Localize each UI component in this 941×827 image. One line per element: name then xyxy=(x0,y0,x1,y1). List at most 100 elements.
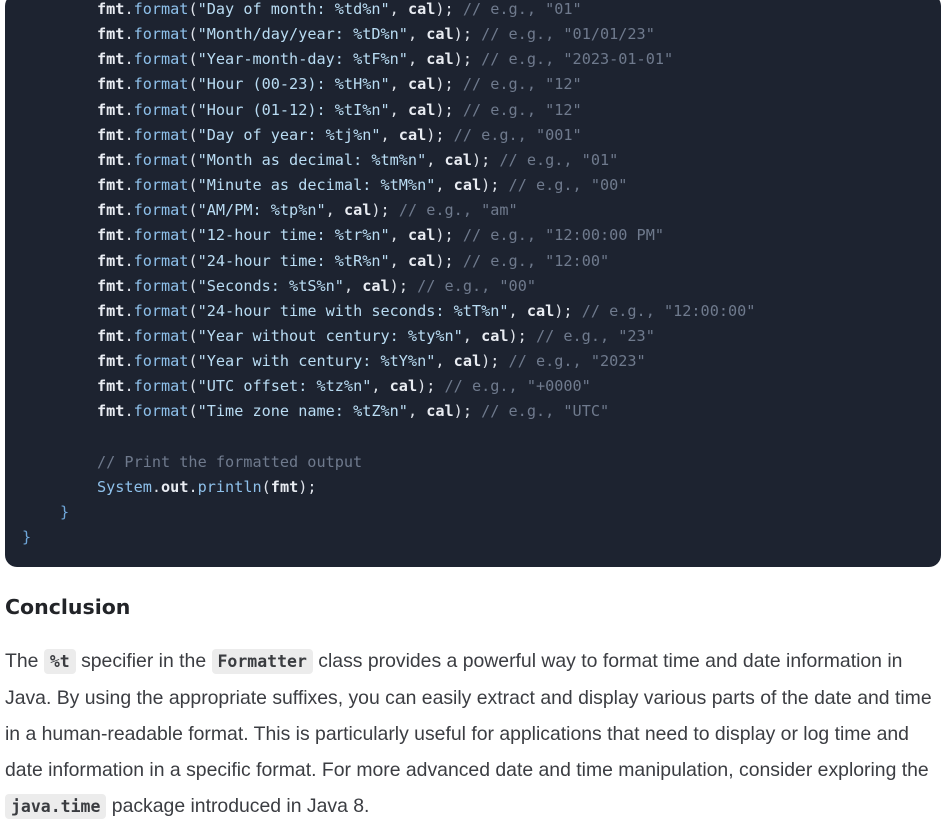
code-string: "Minute as decimal: %tM%n" xyxy=(197,176,436,195)
code-string: "Month as decimal: %tm%n" xyxy=(197,150,427,169)
code-string: "Hour (00-23): %tH%n" xyxy=(197,75,390,94)
code-token-cal: cal xyxy=(389,377,418,396)
inline-code-t-specifier: %t xyxy=(43,649,76,674)
code-token-method: format xyxy=(133,326,189,345)
code-comment: // e.g., "12" xyxy=(462,100,582,119)
code-token-cal: cal xyxy=(362,276,390,295)
code-brace: } xyxy=(22,528,32,547)
code-comment: // e.g., "12:00:00" xyxy=(581,301,756,320)
code-token-fmt: fmt xyxy=(97,226,125,245)
code-string: "AM/PM: %tp%n" xyxy=(197,201,326,220)
code-token-fmt: fmt xyxy=(97,100,125,119)
code-comment: // Print the formatted output xyxy=(97,452,363,471)
code-comment: // e.g., "23" xyxy=(535,326,655,345)
code-token-fmt: fmt xyxy=(97,125,125,144)
code-line-inner-close: } xyxy=(60,500,69,525)
code-token-fmt: fmt xyxy=(97,402,125,421)
code-token-cal: cal xyxy=(526,301,555,320)
code-token-fmt: fmt xyxy=(97,301,125,320)
code-token-method: format xyxy=(133,226,189,245)
code-string: "Seconds: %tS%n" xyxy=(197,276,344,295)
code-string: "Year-month-day: %tF%n" xyxy=(197,50,408,69)
code-line-format: fmt.format("24-hour time: %tR%n", cal); … xyxy=(97,251,610,270)
code-comment: // e.g., "01" xyxy=(499,150,619,169)
code-token-cal: cal xyxy=(407,0,436,18)
code-string: "24-hour time with seconds: %tT%n" xyxy=(197,301,509,320)
code-line-println: System.out.println(fmt); xyxy=(97,477,317,496)
code-line-format: fmt.format("Year without century: %ty%n"… xyxy=(97,326,655,345)
code-line-format: fmt.format("Month as decimal: %tm%n", ca… xyxy=(97,150,619,169)
code-token-method: format xyxy=(133,301,189,320)
code-token-method: format xyxy=(133,50,189,69)
paragraph-text: specifier in the xyxy=(75,650,212,672)
code-string: "24-hour time: %tR%n" xyxy=(197,251,390,270)
code-token-out: out xyxy=(161,477,189,496)
code-token-cal: cal xyxy=(481,326,509,345)
code-comment: // e.g., "00" xyxy=(508,176,628,195)
paragraph-text: package introduced in Java 8. xyxy=(106,795,370,817)
code-line-format: fmt.format("Year-month-day: %tF%n", cal)… xyxy=(97,50,674,69)
code-token-cal: cal xyxy=(407,251,436,270)
code-comment: // e.g., "12:00" xyxy=(462,251,610,270)
code-token-cal: cal xyxy=(407,100,436,119)
code-string: "Month/day/year: %tD%n" xyxy=(197,25,408,44)
code-comment: // e.g., "12" xyxy=(462,75,582,94)
code-token-system: System xyxy=(97,477,152,496)
article-page: fmt.format("Day of month: %td%n", cal); … xyxy=(0,0,941,827)
code-token-method: format xyxy=(133,402,189,421)
code-token-method: format xyxy=(133,201,189,220)
paragraph-text: The xyxy=(5,650,44,672)
code-token-method: format xyxy=(133,25,189,44)
code-token-method: println xyxy=(197,477,262,496)
inline-code-formatter: Formatter xyxy=(211,649,313,674)
code-line-format: fmt.format("Day of month: %td%n", cal); … xyxy=(97,0,582,18)
code-token-method: format xyxy=(133,75,189,94)
code-token-method: format xyxy=(133,0,189,18)
code-line-format: fmt.format("UTC offset: %tz%n", cal); //… xyxy=(97,377,591,396)
code-token-cal: cal xyxy=(453,176,482,195)
code-comment: // e.g., "001" xyxy=(453,125,582,144)
code-token-method: format xyxy=(133,176,189,195)
code-token-cal: cal xyxy=(453,352,482,371)
code-comment: // e.g., "+0000" xyxy=(444,377,591,396)
code-token-method: format xyxy=(133,100,189,119)
code-string: "Hour (01-12): %tI%n" xyxy=(197,100,390,119)
code-string: "Year without century: %ty%n" xyxy=(197,326,463,345)
code-line-format: fmt.format("Day of year: %tj%n", cal); /… xyxy=(97,125,582,144)
code-string: "Year with century: %tY%n" xyxy=(197,352,436,371)
code-line-format: fmt.format("Year with century: %tY%n", c… xyxy=(97,352,646,371)
code-brace: } xyxy=(60,503,70,521)
code-token-cal: cal xyxy=(426,402,454,421)
inline-code-java-time: java.time xyxy=(5,794,107,819)
code-token-cal: cal xyxy=(407,226,436,245)
code-block: fmt.format("Day of month: %td%n", cal); … xyxy=(5,0,941,567)
code-token-cal: cal xyxy=(398,125,427,144)
code-string: "Day of month: %td%n" xyxy=(197,0,390,18)
code-string: "UTC offset: %tz%n" xyxy=(197,377,372,396)
code-token-fmt: fmt xyxy=(97,0,125,18)
code-token-fmt: fmt xyxy=(97,251,125,270)
code-token-fmt: fmt xyxy=(97,25,125,44)
conclusion-heading: Conclusion xyxy=(5,595,131,619)
code-token-cal: cal xyxy=(407,75,436,94)
code-line-format: fmt.format("Minute as decimal: %tM%n", c… xyxy=(97,176,628,195)
code-line-format: fmt.format("Hour (00-23): %tH%n", cal); … xyxy=(97,75,582,94)
code-string: "Time zone name: %tZ%n" xyxy=(197,402,408,421)
code-line-format: fmt.format("Time zone name: %tZ%n", cal)… xyxy=(97,402,610,421)
code-comment: // e.g., "2023-01-01" xyxy=(481,50,674,69)
code-token-method: format xyxy=(133,150,189,169)
code-comment: // e.g., "01" xyxy=(462,0,582,18)
conclusion-paragraph: The %t specifier in the Formatter class … xyxy=(5,643,941,825)
code-string: "Day of year: %tj%n" xyxy=(197,125,381,144)
code-line-format: fmt.format("Month/day/year: %tD%n", cal)… xyxy=(97,25,655,44)
code-token-fmt: fmt xyxy=(97,50,125,69)
code-comment: // e.g., "am" xyxy=(398,201,518,220)
code-token-method: format xyxy=(133,276,189,295)
code-token-fmt: fmt xyxy=(270,477,299,496)
code-token-fmt: fmt xyxy=(97,75,125,94)
code-token-cal: cal xyxy=(343,201,372,220)
code-comment: // e.g., "01/01/23" xyxy=(481,25,655,44)
code-string: "12-hour time: %tr%n" xyxy=(197,226,390,245)
code-token-method: format xyxy=(133,125,189,144)
code-token-fmt: fmt xyxy=(97,201,125,220)
